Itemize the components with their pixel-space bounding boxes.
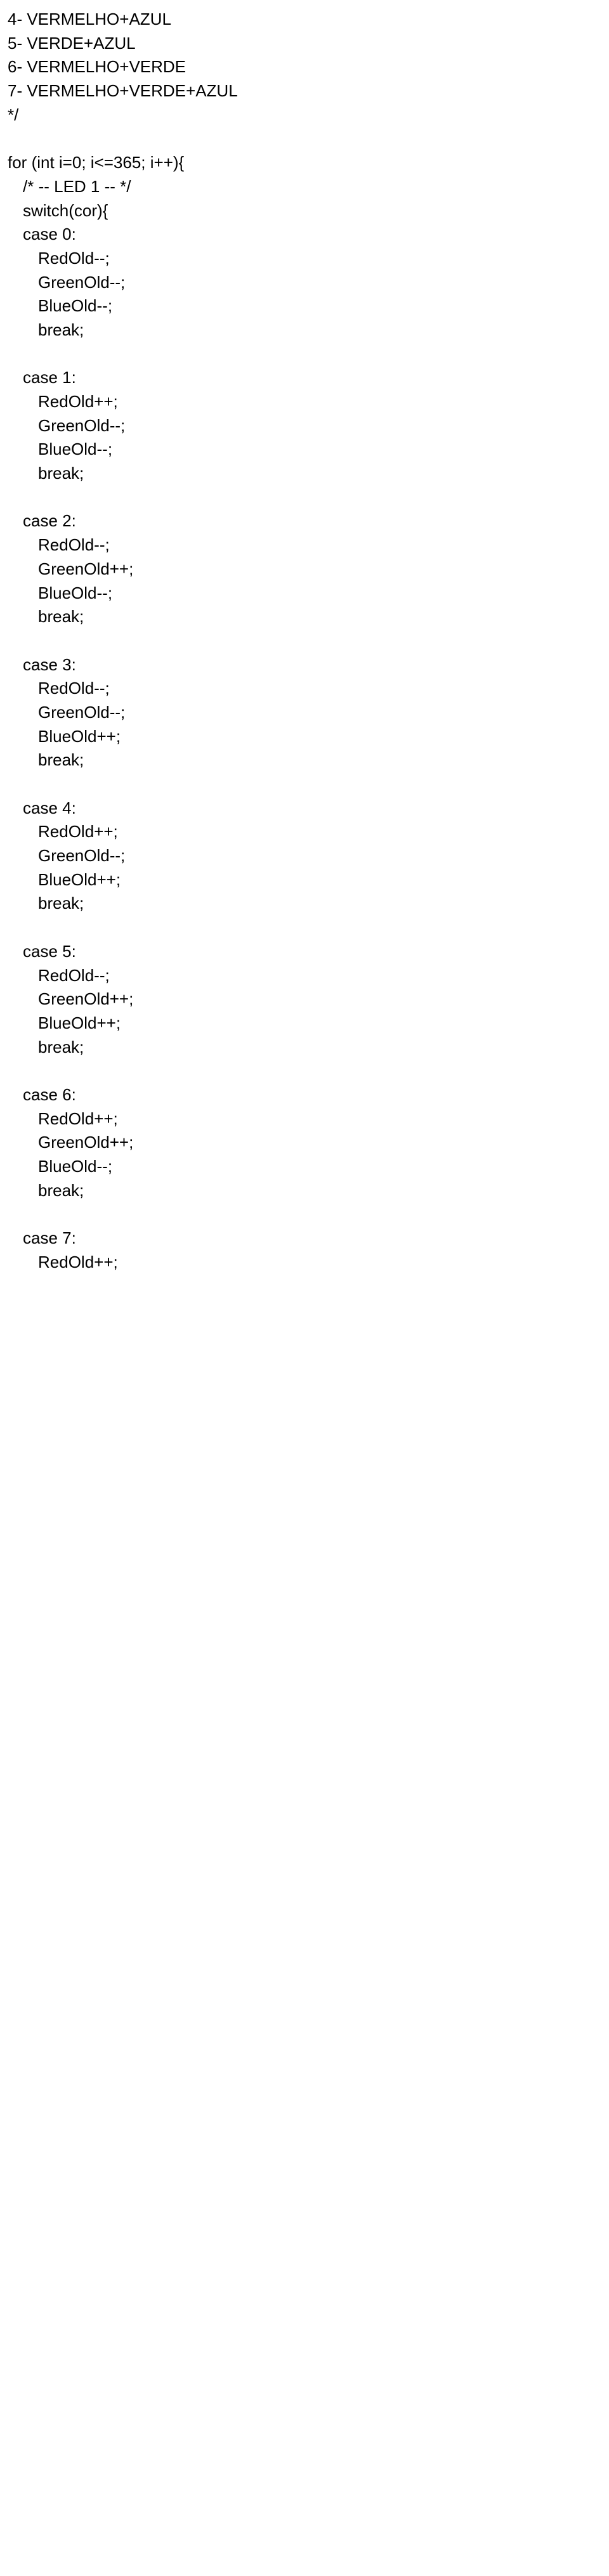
code-line: */ [8, 103, 601, 127]
code-line [8, 772, 601, 797]
code-line: GreenOld--; [8, 271, 601, 295]
code-line: case 2: [8, 509, 601, 533]
code-line: break; [8, 318, 601, 342]
code-line: break; [8, 462, 601, 486]
code-line: BlueOld++; [8, 1012, 601, 1036]
code-line: RedOld++; [8, 1107, 601, 1131]
code-line: BlueOld--; [8, 1155, 601, 1179]
code-line: case 5: [8, 940, 601, 964]
code-line [8, 127, 601, 151]
code-line [8, 629, 601, 653]
code-line: RedOld--; [8, 677, 601, 701]
code-line [8, 1202, 601, 1226]
code-line: RedOld--; [8, 964, 601, 988]
code-line: 6- VERMELHO+VERDE [8, 55, 601, 79]
code-line: RedOld++; [8, 1251, 601, 1275]
code-line [8, 342, 601, 367]
code-line: RedOld++; [8, 820, 601, 844]
code-line: RedOld--; [8, 533, 601, 557]
code-line: BlueOld++; [8, 868, 601, 892]
code-line: RedOld--; [8, 247, 601, 271]
code-line: case 1: [8, 366, 601, 390]
code-line: break; [8, 892, 601, 916]
code-line: GreenOld--; [8, 701, 601, 725]
code-line [8, 916, 601, 940]
code-line: GreenOld++; [8, 557, 601, 582]
code-line: BlueOld--; [8, 294, 601, 318]
code-line: GreenOld--; [8, 414, 601, 438]
code-line: case 4: [8, 797, 601, 821]
code-line [8, 486, 601, 510]
code-line [8, 1059, 601, 1083]
code-line: GreenOld--; [8, 844, 601, 868]
code-line: break; [8, 1036, 601, 1060]
code-line: for (int i=0; i<=365; i++){ [8, 151, 601, 175]
code-line: 4- VERMELHO+AZUL [8, 8, 601, 32]
code-line: BlueOld--; [8, 582, 601, 606]
code-line: GreenOld++; [8, 987, 601, 1012]
code-line: case 0: [8, 223, 601, 247]
code-line: RedOld++; [8, 390, 601, 414]
code-line: break; [8, 748, 601, 772]
code-line: 7- VERMELHO+VERDE+AZUL [8, 79, 601, 103]
code-line: break; [8, 1179, 601, 1203]
code-line: case 7: [8, 1226, 601, 1251]
code-line: /* -- LED 1 -- */ [8, 175, 601, 199]
code-line: case 6: [8, 1083, 601, 1107]
code-line: BlueOld++; [8, 725, 601, 749]
code-block: 4- VERMELHO+AZUL5- VERDE+AZUL6- VERMELHO… [8, 8, 601, 1274]
code-line: case 3: [8, 653, 601, 677]
code-line: BlueOld--; [8, 438, 601, 462]
code-line: GreenOld++; [8, 1131, 601, 1155]
code-line: switch(cor){ [8, 199, 601, 223]
code-line: break; [8, 605, 601, 629]
code-line: 5- VERDE+AZUL [8, 32, 601, 56]
